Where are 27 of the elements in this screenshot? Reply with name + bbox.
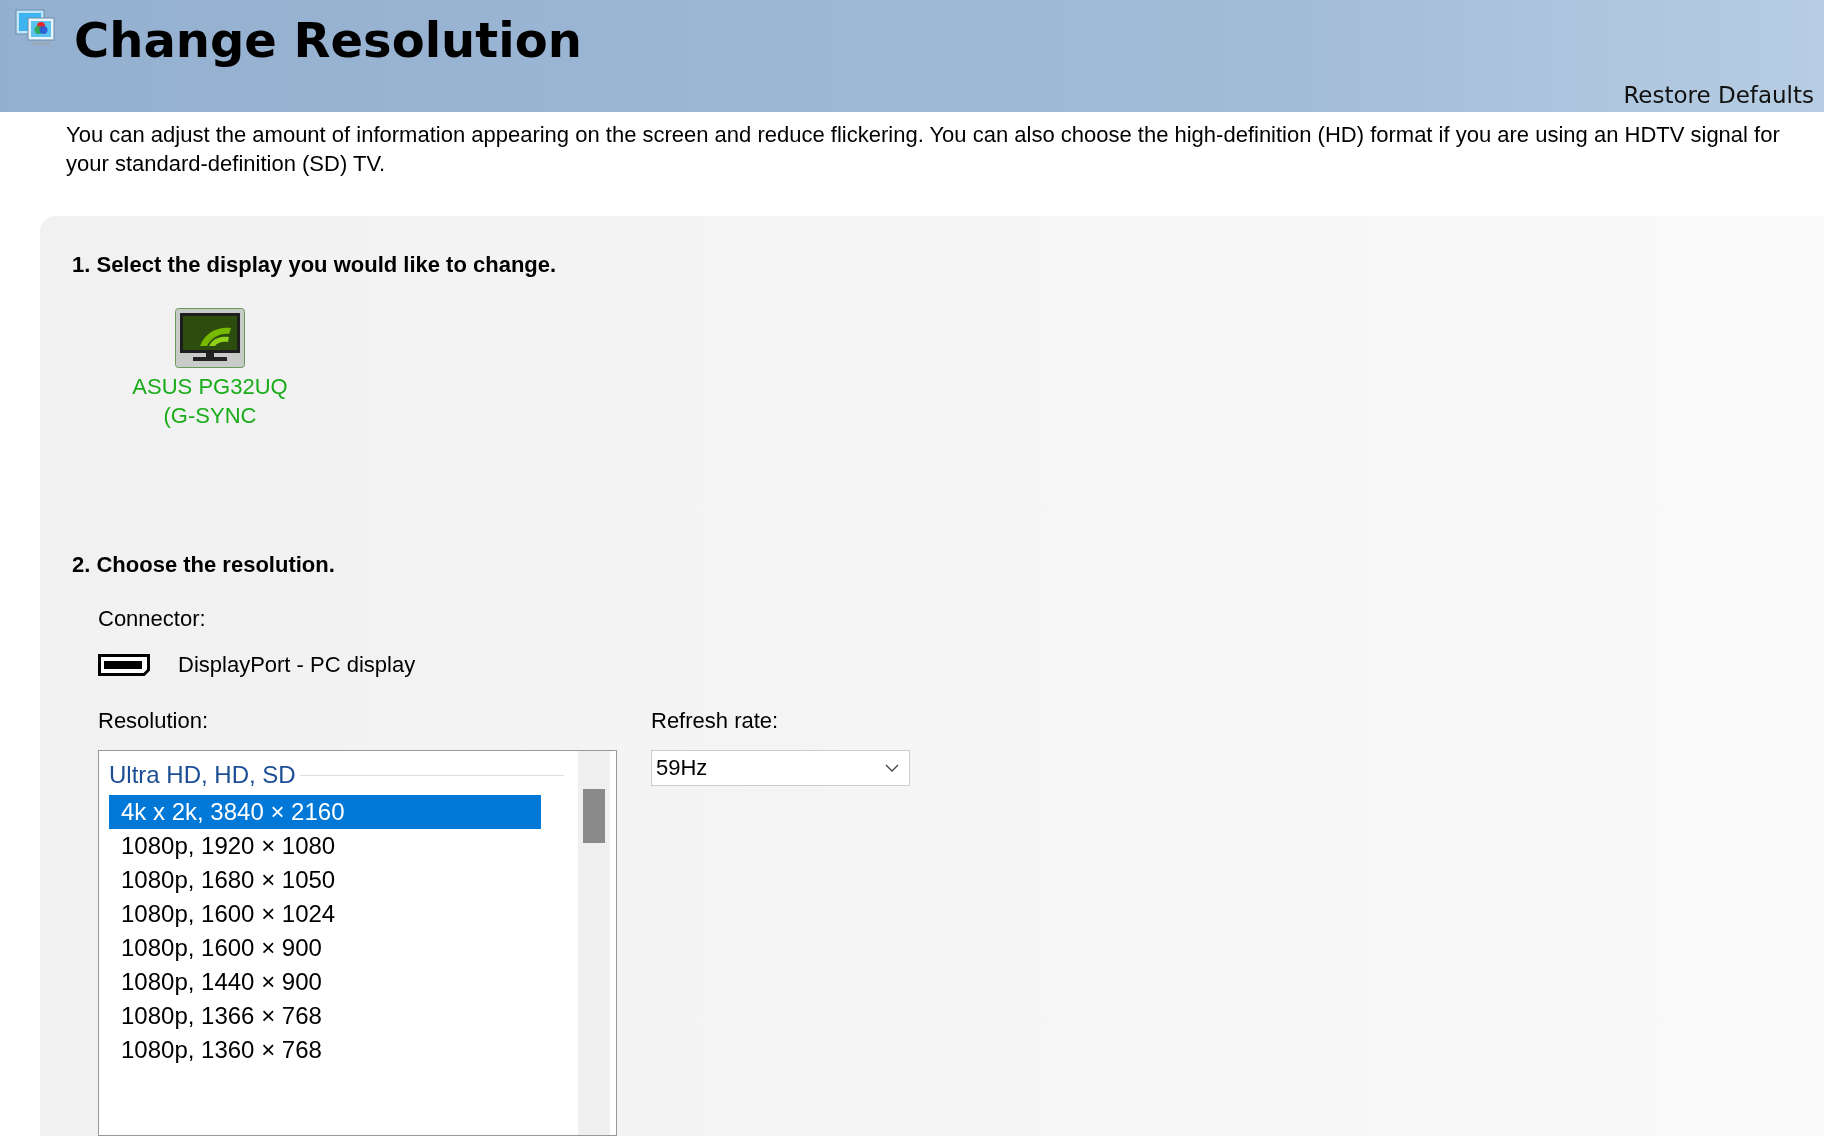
resolution-option[interactable]: 1080p, 1600 × 1024 [109,897,541,931]
display-name: ASUS PG32UQ (G-SYNC [131,373,289,430]
restore-defaults-link[interactable]: Restore Defaults [1623,82,1814,108]
description-text: You can adjust the amount of information appearing on the screen and reduce flickering. You can also choose the high-definition (HD) format if you are using an HDTV signal for your standard-definition (SD) TV. [66,121,1781,178]
scrollbar[interactable] [578,751,610,1135]
resolution-list[interactable]: Ultra HD, HD, SD 4k x 2k, 3840 × 2160 1080p, 1920 × 1080 1080p, 1680 × 1050 1080p, 1600 × 1024 1080p, 1600 × 900 1080p, 1440 × 900 1080p, 1366 × 768 1080p, 1360 × 768 [98,750,617,1136]
displayport-icon [98,654,150,676]
refresh-rate-dropdown[interactable]: 59Hz [651,750,910,786]
connector-label: Connector: [98,606,207,632]
page-title: Change Resolution [74,12,582,70]
resolution-label: Resolution: [98,708,210,734]
refresh-rate-label: Refresh rate: [651,708,780,734]
step-heading: 2. Choose the resolution. [72,552,336,578]
scrollbar-thumb[interactable] [583,789,605,843]
resolution-option[interactable]: 4k x 2k, 3840 × 2160 [109,795,541,829]
monitors-icon [14,8,58,48]
resolution-option[interactable]: 1080p, 1920 × 1080 [109,829,541,863]
resolution-option[interactable]: 1080p, 1360 × 768 [109,1033,541,1067]
monitor-icon [175,308,245,368]
step-heading: 1. Select the display you would like to change. [72,252,558,278]
resolution-option[interactable]: 1080p, 1366 × 768 [109,999,541,1033]
resolution-option[interactable]: 1080p, 1440 × 900 [109,965,541,999]
chevron-down-icon [885,764,899,772]
connector-value: DisplayPort - PC display [178,652,416,678]
group-header: Ultra HD, HD, SD [109,761,296,789]
resolution-option[interactable]: 1080p, 1600 × 900 [109,931,541,965]
resolution-option[interactable]: 1080p, 1680 × 1050 [109,863,541,897]
